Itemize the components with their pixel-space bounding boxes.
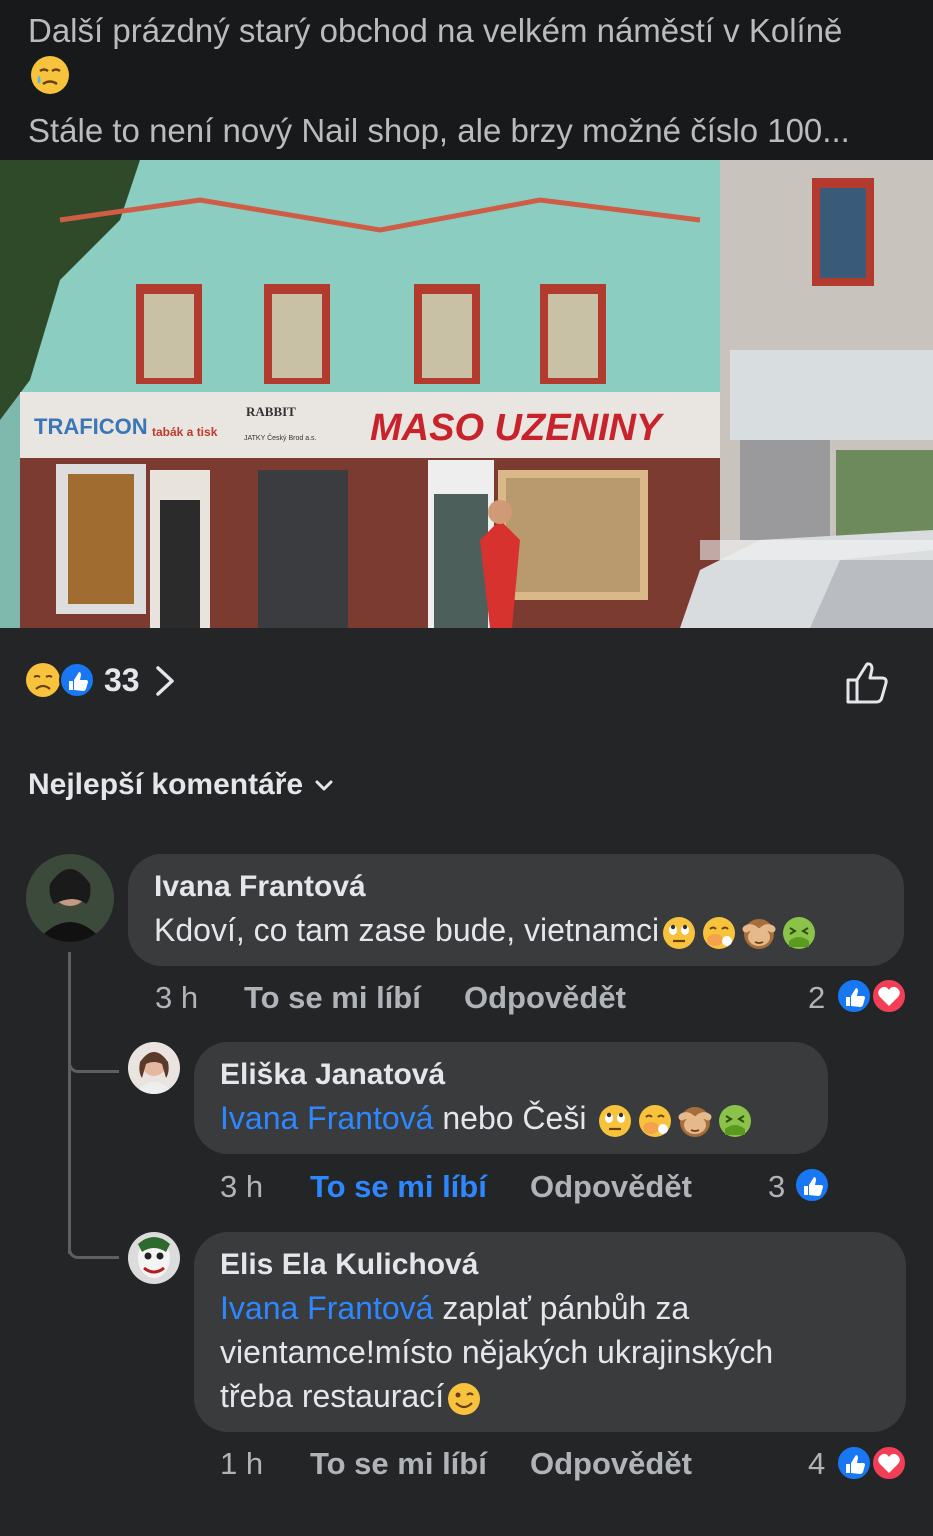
comment-timestamp: 3 h bbox=[155, 980, 199, 1015]
sign-tabak: tabák a tisk bbox=[152, 425, 218, 439]
vomit-emoji-icon bbox=[781, 915, 817, 951]
thread-branch-1 bbox=[68, 1040, 119, 1073]
like-love-reaction-icons[interactable] bbox=[834, 1443, 908, 1483]
post-caption-line-1: Další prázdný starý obchod na velkém nám… bbox=[28, 12, 843, 49]
post-caption-line-2: Stále to není nový Nail shop, ale brzy m… bbox=[28, 112, 850, 149]
comment-sort-dropdown[interactable]: Nejlepší komentáře bbox=[28, 768, 335, 802]
thread-branch-2 bbox=[68, 1230, 119, 1259]
like-comment-button[interactable]: To se mi líbí bbox=[310, 1446, 487, 1482]
post-photo[interactable]: TRAFICON tabák a tisk RABBIT JATKY Český… bbox=[0, 160, 933, 628]
comment-text-line-2: vientamce!místo nějakých ukrajinských bbox=[220, 1334, 774, 1370]
comment-text: Kdoví, co tam zase bude, vietnamci bbox=[154, 908, 819, 952]
comment-text-content: Kdoví, co tam zase bude, vietnamci bbox=[154, 912, 660, 948]
reaction-count[interactable]: 33 bbox=[104, 662, 140, 699]
like-comment-button[interactable]: To se mi líbí bbox=[244, 980, 421, 1016]
sad-emoji-icon bbox=[26, 663, 60, 697]
comment-text-line-3: třeba restaurací bbox=[220, 1378, 445, 1414]
reactions-bar bbox=[0, 628, 933, 738]
cough-emoji-icon bbox=[637, 1103, 673, 1139]
reply-button[interactable]: Odpovědět bbox=[464, 980, 626, 1016]
chevron-right-icon[interactable] bbox=[152, 664, 178, 698]
comment-bubble[interactable]: Ivana Frantová Kdoví, co tam zase bude, … bbox=[128, 854, 904, 966]
mention-link[interactable]: Ivana Frantová bbox=[220, 1100, 433, 1136]
reaction-icons[interactable] bbox=[24, 660, 96, 700]
post-caption[interactable]: Další prázdný starý obchod na velkém nám… bbox=[28, 8, 908, 153]
comment-author[interactable]: Eliška Janatová bbox=[220, 1058, 445, 1092]
comment-text: Ivana Frantová nebo Češi bbox=[220, 1096, 755, 1140]
reply-bubble[interactable]: Eliška Janatová Ivana Frantová nebo Češi bbox=[194, 1042, 828, 1154]
comment-reaction-count[interactable]: 3 bbox=[768, 1169, 785, 1205]
chevron-down-icon bbox=[315, 780, 333, 791]
comment-author[interactable]: Ivana Frantová bbox=[154, 870, 366, 904]
comment-reaction-count[interactable]: 4 bbox=[808, 1446, 825, 1482]
see-no-evil-monkey-icon bbox=[677, 1103, 713, 1139]
avatar[interactable] bbox=[128, 1042, 180, 1094]
like-love-reaction-icons[interactable] bbox=[834, 976, 908, 1016]
like-comment-button[interactable]: To se mi líbí bbox=[310, 1169, 487, 1205]
sign-rabbit: RABBIT bbox=[246, 404, 296, 419]
comment-timestamp: 1 h bbox=[220, 1446, 264, 1481]
thread-line bbox=[68, 952, 71, 1254]
sign-maso-uzeniny: MASO UZENINY bbox=[370, 407, 665, 449]
like-reaction-icon[interactable] bbox=[792, 1165, 832, 1205]
like-button-icon[interactable] bbox=[842, 658, 892, 706]
comment-text-content: nebo Češi bbox=[433, 1100, 596, 1136]
comment-reaction-count[interactable]: 2 bbox=[808, 980, 825, 1016]
comment-sort-label: Nejlepší komentáře bbox=[28, 768, 304, 801]
avatar[interactable] bbox=[128, 1232, 180, 1284]
comment-author[interactable]: Elis Ela Kulichová bbox=[220, 1248, 478, 1282]
reply-button[interactable]: Odpovědět bbox=[530, 1446, 692, 1482]
sign-traficon: TRAFICON bbox=[34, 414, 148, 439]
sign-jatky: JATKY Český Brod a.s. bbox=[244, 433, 317, 442]
reply-button[interactable]: Odpovědět bbox=[530, 1169, 692, 1205]
cough-emoji-icon bbox=[701, 915, 737, 951]
comment-text: Ivana Frantová zaplať pánbůh za vientamc… bbox=[220, 1286, 900, 1418]
see-no-evil-monkey-icon bbox=[741, 915, 777, 951]
eye-roll-emoji-icon bbox=[597, 1103, 633, 1139]
eye-roll-emoji-icon bbox=[661, 915, 697, 951]
wink-emoji-icon bbox=[446, 1381, 482, 1417]
comment-text-line-1: zaplať pánbůh za bbox=[433, 1290, 690, 1326]
mention-link[interactable]: Ivana Frantová bbox=[220, 1290, 433, 1326]
comment-timestamp: 3 h bbox=[220, 1169, 264, 1204]
crying-emoji-icon bbox=[28, 53, 908, 108]
vomit-emoji-icon bbox=[717, 1103, 753, 1139]
avatar[interactable] bbox=[26, 854, 114, 942]
reply-bubble[interactable]: Elis Ela Kulichová Ivana Frantová zaplať… bbox=[194, 1232, 906, 1432]
